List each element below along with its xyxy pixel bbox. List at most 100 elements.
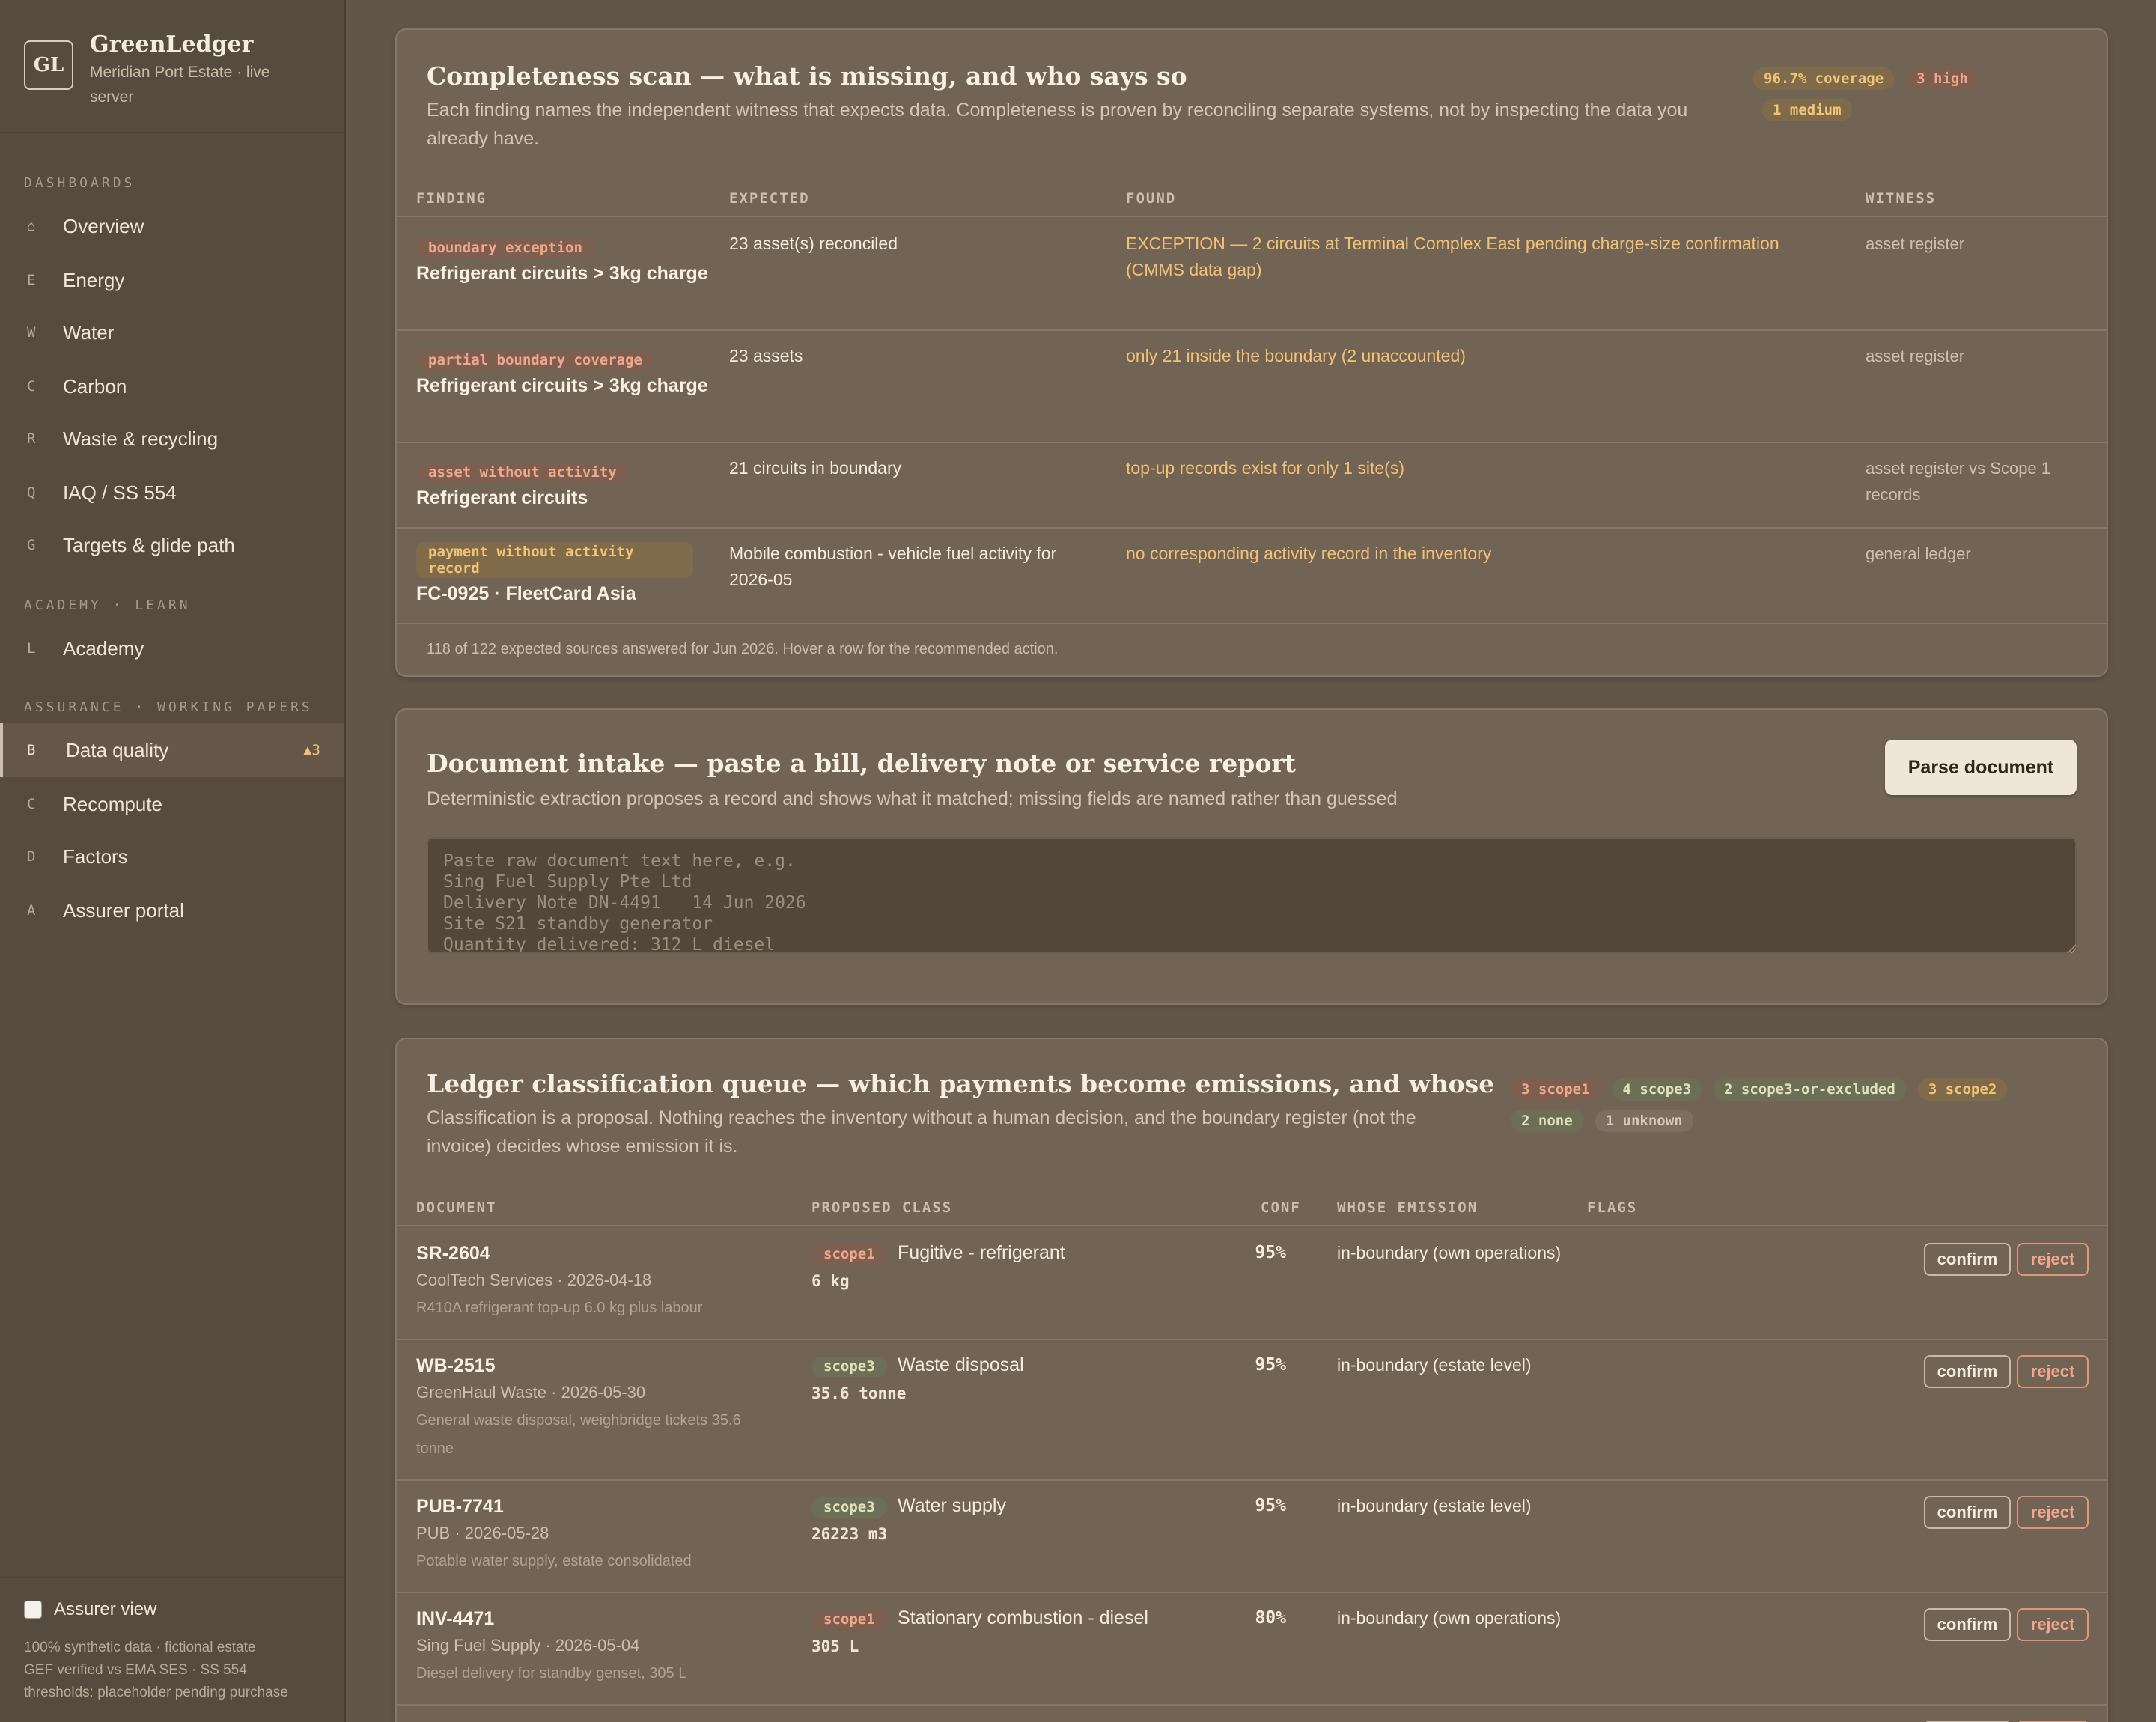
confidence: 80%: [1255, 1608, 1286, 1628]
quantity: 26223 m3: [811, 1525, 888, 1543]
document-id: INV-4471: [416, 1608, 495, 1629]
scope-tag: 1 unknown: [1595, 1110, 1693, 1132]
confirm-button[interactable]: confirm: [1924, 1608, 2011, 1641]
confidence: 95%: [1255, 1496, 1286, 1515]
sidebar-item-water[interactable]: W Water: [0, 305, 344, 359]
finding-subject: FC-0925 · FleetCard Asia: [416, 583, 636, 604]
scope-tags: 3 scope1 4 scope3 2 scope3-or-excluded 3…: [1511, 1078, 2080, 1132]
document-text-input[interactable]: Paste raw document text here, e.g. Sing …: [427, 837, 2077, 954]
reject-button[interactable]: reject: [2017, 1355, 2089, 1388]
sidebar-item-label: Data quality: [66, 738, 169, 761]
sidebar-item-recompute[interactable]: C Recompute: [0, 777, 344, 831]
expected-value: 21 circuits in boundary: [729, 458, 902, 478]
col-flags: FLAGS: [1587, 1199, 1638, 1216]
assurer-view-checkbox[interactable]: [24, 1601, 42, 1619]
document-vendor: CoolTech Services · 2026-04-18: [416, 1271, 652, 1289]
col-found: FOUND: [1126, 190, 1177, 207]
sidebar-item-key: E: [27, 272, 36, 288]
table-row[interactable]: PUB-7741 PUB · 2026-05-28 Potable water …: [397, 1481, 2107, 1593]
reject-button[interactable]: reject: [2017, 1243, 2089, 1276]
footer-line: GEF verified vs EMA SES · SS 554: [24, 1662, 247, 1678]
table-header: FINDING EXPECTED FOUND WITNESS: [397, 187, 2107, 217]
document-note: Potable water supply, estate consolidate…: [416, 1553, 692, 1569]
table-row[interactable]: WB-2515 GreenHaul Waste · 2026-05-30 Gen…: [397, 1340, 2107, 1481]
sidebar-item-targets[interactable]: G Targets & glide path: [0, 518, 344, 572]
sidebar-item-factors[interactable]: D Factors: [0, 830, 344, 883]
scope-badge: scope1: [811, 1610, 887, 1630]
confirm-button[interactable]: confirm: [1924, 1496, 2011, 1529]
finding-subject: Refrigerant circuits > 3kg charge: [416, 375, 708, 396]
completeness-card: Completeness scan — what is missing, and…: [395, 28, 2108, 677]
sidebar-item-label: Water: [63, 320, 115, 344]
col-finding: FINDING: [416, 190, 487, 207]
whose-emission: in-boundary (own operations): [1337, 1243, 1562, 1262]
sidebar-item-key: Q: [27, 484, 36, 501]
table-row[interactable]: INV-4471 Sing Fuel Supply · 2026-05-04 D…: [397, 1593, 2107, 1706]
found-value: top-up records exist for only 1 site(s): [1126, 458, 1404, 478]
reject-button[interactable]: reject: [2017, 1496, 2089, 1529]
warning-badge: ▲3: [303, 742, 320, 758]
sidebar-item-label: Factors: [63, 845, 128, 868]
table-row[interactable]: payment without activity record FC-0925 …: [397, 529, 2107, 624]
scope-tag: 3 scope2: [1917, 1078, 2008, 1101]
resize-handle-icon[interactable]: [2066, 943, 2077, 954]
sidebar-item-assurer-portal[interactable]: A Assurer portal: [0, 883, 344, 937]
assurer-view-toggle[interactable]: Assurer view: [24, 1599, 156, 1620]
section-academy: ACADEMY · LEARN: [24, 597, 191, 613]
document-id: PUB-7741: [416, 1496, 504, 1517]
table-row[interactable]: partial boundary coverage Refrigerant ci…: [397, 331, 2107, 443]
table-row[interactable]: asset without activity Refrigerant circu…: [397, 443, 2107, 529]
sidebar-item-data-quality[interactable]: B Data quality ▲3: [0, 723, 344, 777]
witness-value: asset register: [1866, 234, 1965, 253]
coverage-tags: 96.7% coverage 3 high 1 medium: [1753, 67, 2038, 121]
sidebar-item-academy[interactable]: L Academy: [0, 621, 344, 675]
completeness-footer: 118 of 122 expected sources answered for…: [427, 641, 1059, 657]
sidebar-divider: [0, 1577, 344, 1578]
proposed-class: Waste disposal: [898, 1354, 1024, 1375]
brand-logo: GL: [24, 40, 73, 90]
section-assurance: ASSURANCE · WORKING PAPERS: [24, 699, 313, 715]
sidebar-item-overview[interactable]: ⌂ Overview: [0, 199, 344, 253]
table-row[interactable]: boundary exception Refrigerant circuits …: [397, 219, 2107, 331]
sidebar-item-carbon[interactable]: C Carbon: [0, 359, 344, 413]
col-proposed-class: PROPOSED CLASS: [811, 1199, 953, 1216]
finding-subject: Refrigerant circuits > 3kg charge: [416, 263, 708, 284]
confidence: 95%: [1255, 1243, 1286, 1262]
expected-value: 23 asset(s) reconciled: [729, 234, 898, 253]
sidebar-item-label: Waste & recycling: [63, 427, 219, 450]
sidebar-item-iaq[interactable]: Q IAQ / SS 554: [0, 466, 344, 520]
quantity: 305 L: [811, 1637, 859, 1655]
finding-tag: boundary exception: [416, 238, 594, 258]
scope-badge: scope1: [811, 1244, 887, 1265]
scope-tag: 4 scope3: [1612, 1078, 1702, 1101]
proposed-class: Water supply: [898, 1495, 1006, 1516]
sidebar-item-key: A: [27, 902, 36, 919]
document-id: SR-2604: [416, 1243, 490, 1264]
finding-tag: asset without activity: [416, 463, 629, 483]
confirm-button[interactable]: confirm: [1924, 1243, 2011, 1276]
document-vendor: PUB · 2026-05-28: [416, 1524, 549, 1542]
sidebar-item-key: C: [27, 796, 36, 812]
sidebar-item-label: Academy: [63, 636, 144, 660]
quantity: 35.6 tonne: [811, 1384, 907, 1402]
proposed-class: Stationary combustion - diesel: [898, 1607, 1148, 1628]
coverage-tag: 96.7% coverage: [1753, 67, 1895, 90]
card-description: Deterministic extraction proposes a reco…: [427, 788, 1398, 809]
ledger-card: Ledger classification queue — which paym…: [395, 1038, 2108, 1722]
card-title: Completeness scan — what is missing, and…: [427, 61, 1187, 91]
confirm-button[interactable]: confirm: [1924, 1355, 2011, 1388]
document-id: WB-2515: [416, 1355, 496, 1376]
sidebar-item-key: D: [27, 848, 36, 865]
parse-document-button[interactable]: Parse document: [1885, 740, 2077, 795]
col-witness: WITNESS: [1866, 190, 1937, 207]
reject-button[interactable]: reject: [2017, 1608, 2089, 1641]
sidebar-item-energy[interactable]: E Energy: [0, 253, 344, 307]
table-row[interactable]: SR-2604 CoolTech Services · 2026-04-18 R…: [397, 1228, 2107, 1340]
sidebar: GL GreenLedger Meridian Port Estate · li…: [0, 0, 346, 1722]
sidebar-item-waste[interactable]: R Waste & recycling: [0, 412, 344, 466]
col-expected: EXPECTED: [729, 190, 810, 207]
sidebar-item-label: Carbon: [63, 374, 127, 398]
footer-line: 100% synthetic data · fictional estate: [24, 1640, 256, 1655]
footer-line: thresholds: placeholder pending purchase: [24, 1685, 288, 1700]
card-description: Each finding names the independent witne…: [427, 100, 1688, 149]
